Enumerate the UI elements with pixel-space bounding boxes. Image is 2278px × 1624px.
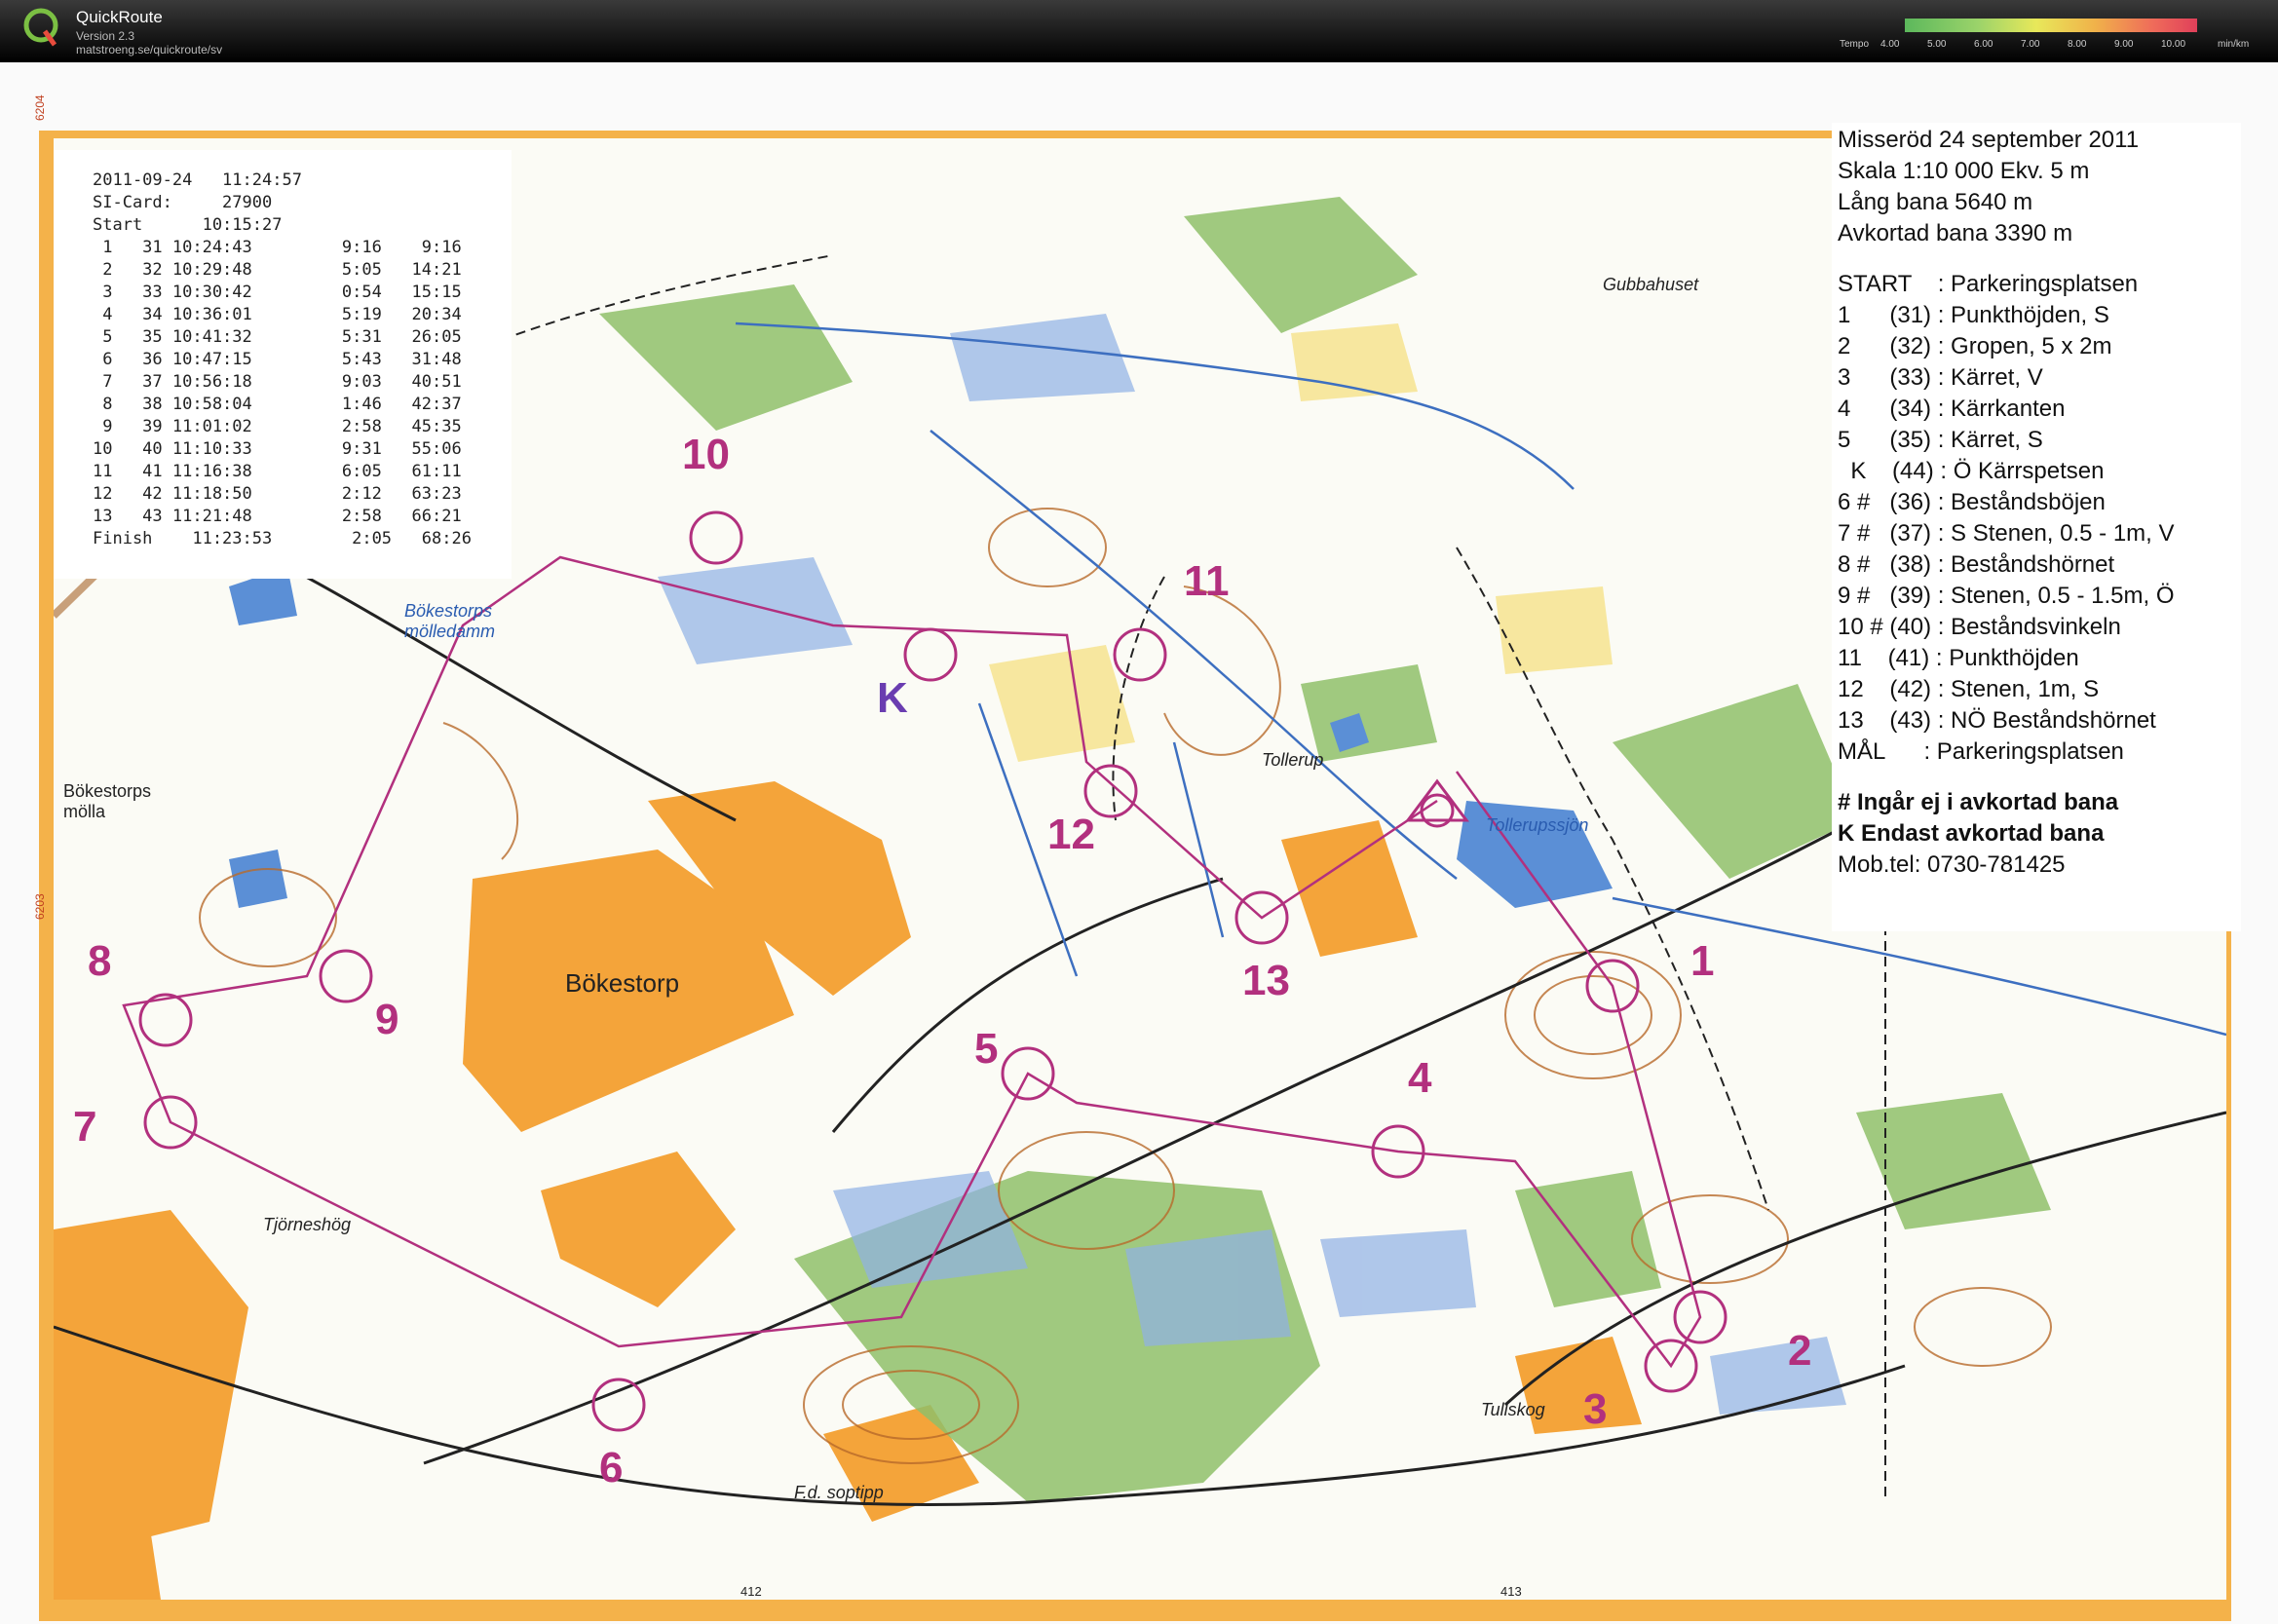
- control-number-2: 2: [1788, 1327, 1812, 1375]
- place-label-tollerupssjon: Tollerupssjön: [1486, 815, 1589, 835]
- place-label-fd-soptipp: F.d. soptipp: [794, 1483, 884, 1502]
- control-number-3: 3: [1583, 1385, 1608, 1433]
- tempo-unit: min/km: [2218, 39, 2250, 50]
- control-number-12: 12: [1047, 811, 1095, 858]
- app-url: matstroeng.se/quickroute/sv: [76, 43, 223, 57]
- si-split-row: 13 43 11:21:48 2:58 66:21: [93, 507, 462, 526]
- control-description: 3 (33) : Kärret, V: [1838, 364, 2043, 391]
- event-title: Misseröd 24 september 2011: [1838, 127, 2140, 153]
- control-number-k: K: [877, 674, 908, 722]
- si-split-row: 7 37 10:56:18 9:03 40:51: [93, 372, 462, 392]
- control-description: 8 # (38) : Beståndshörnet: [1838, 551, 2115, 578]
- note-not-in-short: # Ingår ej i avkortad bana: [1838, 789, 2119, 815]
- tempo-tick: 4.00: [1880, 39, 1900, 50]
- si-split-row: 4 34 10:36:01 5:19 20:34: [93, 305, 462, 324]
- tempo-tick: 7.00: [2021, 39, 2040, 50]
- control-number-10: 10: [682, 431, 730, 478]
- place-label-gubbahuset: Gubbahuset: [1603, 275, 1699, 294]
- grid-label: 413: [1500, 1584, 1522, 1599]
- tempo-color-scale: [1905, 19, 2197, 32]
- place-label-tullskog: Tullskog: [1481, 1400, 1545, 1419]
- control-number-7: 7: [73, 1103, 97, 1151]
- control-description: 9 # (39) : Stenen, 0.5 - 1.5m, Ö: [1838, 583, 2175, 609]
- tempo-tick: 6.00: [1974, 39, 1993, 50]
- control-description: K (44) : Ö Kärrspetsen: [1838, 458, 2105, 484]
- si-split-row: 6 36 10:47:15 5:43 31:48: [93, 350, 462, 369]
- tempo-tick: 5.00: [1927, 39, 1947, 50]
- app-header: QuickRoute Version 2.3 matstroeng.se/qui…: [0, 0, 2278, 62]
- control-description: 10 # (40) : Beståndsvinkeln: [1838, 614, 2121, 640]
- control-description: 5 (35) : Kärret, S: [1838, 427, 2043, 453]
- si-split-row: 9 39 11:01:02 2:58 45:35: [93, 417, 462, 436]
- tempo-tick: 9.00: [2114, 39, 2134, 50]
- si-split-row: 3 33 10:30:42 0:54 15:15: [93, 283, 462, 302]
- si-card-printout: 2011-09-24 11:24:57 SI-Card: 27900 Start…: [54, 150, 512, 579]
- control-description: 12 (42) : Stenen, 1m, S: [1838, 676, 2100, 702]
- place-label-tollerup: Tollerup: [1262, 750, 1324, 770]
- place-label-bokestorps-molledamm: Bökestorps mölledamm: [404, 601, 496, 641]
- long-course-length: Lång bana 5640 m: [1838, 189, 2033, 215]
- phone-number: Mob.tel: 0730-781425: [1838, 851, 2066, 878]
- note-short-only: K Endast avkortad bana: [1838, 820, 2105, 847]
- app-version: Version 2.3: [76, 29, 135, 43]
- control-number-13: 13: [1242, 957, 1290, 1004]
- grid-label: 6204: [33, 94, 47, 121]
- si-split-row: 11 41 11:16:38 6:05 61:11: [93, 462, 462, 481]
- control-number-6: 6: [599, 1444, 624, 1492]
- grid-label: 412: [740, 138, 762, 141]
- control-description: 1 (31) : Punkthöjden, S: [1838, 302, 2109, 328]
- control-number-8: 8: [88, 937, 112, 985]
- quickroute-logo-icon: [23, 8, 58, 47]
- map-viewport[interactable]: 1 2 3 4 5 6 7 8 9 10 11 12 13 K Bökestor…: [0, 62, 2278, 1624]
- control-description: MÅL : Parkeringsplatsen: [1838, 738, 2124, 765]
- tempo-label: Tempo: [1840, 39, 1870, 50]
- tempo-tick: 8.00: [2068, 39, 2087, 50]
- si-header-date: 2011-09-24 11:24:57: [93, 170, 302, 190]
- si-split-row: 12 42 11:18:50 2:12 63:23: [93, 484, 462, 504]
- control-number-4: 4: [1408, 1054, 1432, 1102]
- control-description: 7 # (37) : S Stenen, 0.5 - 1m, V: [1838, 520, 2175, 547]
- control-description: START : Parkeringsplatsen: [1838, 271, 2139, 297]
- control-description: 11 (41) : Punkthöjden: [1838, 645, 2079, 671]
- place-label-bokestorps-molla: Bökestorps mölla: [63, 781, 152, 821]
- si-split-row: 5 35 10:41:32 5:31 26:05: [93, 327, 462, 347]
- course-info-panel: Misseröd 24 september 2011 Skala 1:10 00…: [1832, 123, 2241, 931]
- app-name: QuickRoute: [76, 8, 163, 26]
- si-split-row: 2 32 10:29:48 5:05 14:21: [93, 260, 462, 280]
- control-description: 6 # (36) : Beståndsböjen: [1838, 489, 2106, 515]
- control-number-5: 5: [974, 1025, 999, 1073]
- si-split-row: 10 40 11:10:33 9:31 55:06: [93, 439, 462, 459]
- control-description: 4 (34) : Kärrkanten: [1838, 396, 2066, 422]
- si-finish-row: Finish 11:23:53 2:05 68:26: [93, 529, 472, 548]
- control-number-11: 11: [1184, 557, 1230, 605]
- control-description: 13 (43) : NÖ Beståndshörnet: [1838, 707, 2156, 734]
- si-split-row: 8 38 10:58:04 1:46 42:37: [93, 395, 462, 414]
- grid-label: 6203: [33, 893, 47, 920]
- control-description: 2 (32) : Gropen, 5 x 2m: [1838, 333, 2112, 359]
- control-number-1: 1: [1690, 937, 1715, 985]
- control-number-9: 9: [375, 996, 399, 1043]
- si-split-row: 1 31 10:24:43 9:16 9:16: [93, 238, 462, 257]
- short-course-length: Avkortad bana 3390 m: [1838, 220, 2073, 246]
- si-header-start: Start 10:15:27: [93, 215, 283, 235]
- si-header-card: SI-Card: 27900: [93, 193, 273, 212]
- map-scale: Skala 1:10 000 Ekv. 5 m: [1838, 158, 2090, 184]
- grid-label: 412: [740, 1584, 762, 1599]
- tempo-tick: 10.00: [2161, 39, 2186, 50]
- place-label-bokestorp: Bökestorp: [565, 968, 680, 998]
- place-label-tjorneshog: Tjörneshög: [263, 1215, 352, 1234]
